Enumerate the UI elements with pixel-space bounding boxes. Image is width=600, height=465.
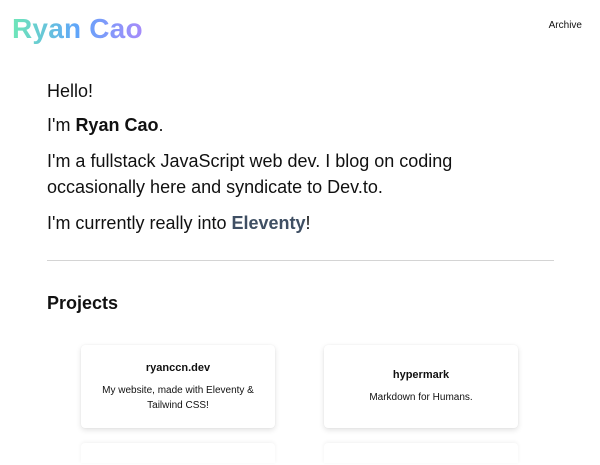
site-logo[interactable]: Ryan Cao (12, 12, 143, 46)
project-card-ryanccn[interactable]: ryanccn.dev My website, made with Eleven… (81, 345, 275, 428)
project-description: Markdown for Humans. (369, 392, 473, 403)
project-title: hypermark (392, 369, 450, 381)
project-card-hypermark[interactable]: hypermark Markdown for Humans. (324, 345, 518, 428)
bio-text: I'm a fullstack JavaScript web dev. I bl… (47, 151, 453, 197)
project-card-partial[interactable] (81, 443, 275, 463)
author-name: Ryan Cao (75, 115, 159, 135)
projects-heading: Projects (47, 293, 119, 313)
section-divider (47, 260, 554, 261)
intro-prefix: I'm (47, 115, 76, 135)
greeting-text: Hello! (47, 81, 94, 101)
projects-grid: ryanccn.dev My website, made with Eleven… (81, 345, 519, 465)
intro-suffix: . (158, 115, 164, 135)
intro-section: Hello! I'm Ryan Cao. I'm a fullstack Jav… (47, 78, 554, 236)
interest-line: I'm currently really into Eleventy! (47, 210, 554, 236)
project-card-partial[interactable] (324, 443, 518, 463)
intro-name-line: I'm Ryan Cao. (47, 112, 554, 138)
interest-suffix: ! (305, 213, 311, 233)
interest-prefix: I'm currently really into (47, 213, 232, 233)
main-content: Hello! I'm Ryan Cao. I'm a fullstack Jav… (47, 78, 554, 315)
project-title: ryanccn.dev (145, 361, 211, 374)
eleventy-link[interactable]: Eleventy (232, 213, 306, 233)
site-header: Ryan Cao Archive (0, 0, 600, 60)
project-description: My website, made with Eleventy & Tailwin… (102, 384, 254, 411)
nav-archive-link[interactable]: Archive (549, 20, 582, 31)
